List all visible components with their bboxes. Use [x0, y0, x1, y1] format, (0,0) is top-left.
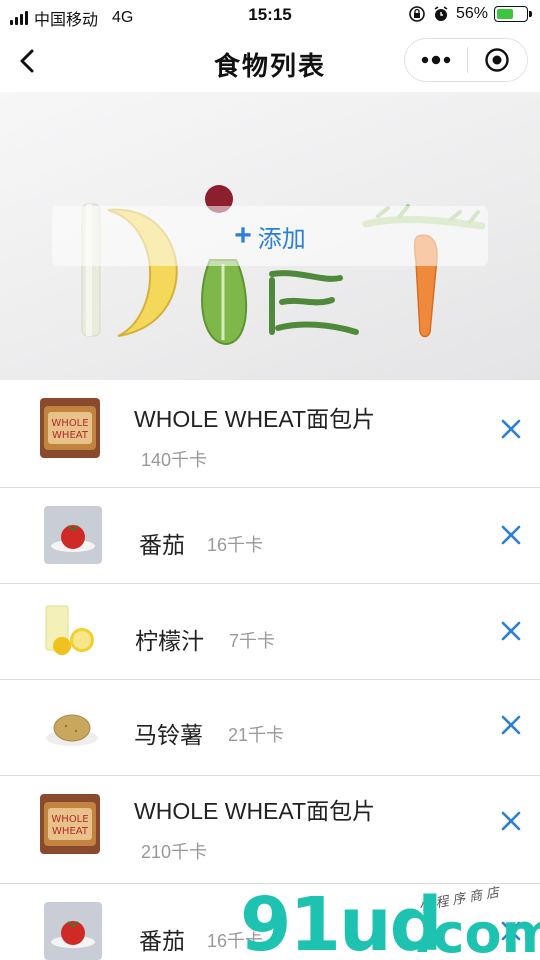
close-icon — [501, 525, 521, 545]
food-list: WHOLE WHEAT WHOLE WHEAT面包片 140千卡 番茄 16千卡 — [0, 382, 540, 960]
status-bar: 中国移动 4G 15:15 56% — [0, 0, 540, 32]
close-icon — [501, 715, 521, 735]
food-calories: 7千卡 — [229, 631, 276, 651]
list-item[interactable]: 番茄 16千卡 — [0, 884, 540, 960]
tomato-icon — [44, 902, 102, 960]
svg-text:WHOLE: WHOLE — [51, 418, 88, 429]
alarm-icon — [434, 6, 448, 21]
delete-button[interactable] — [494, 614, 528, 648]
food-name: 马铃薯 — [134, 722, 203, 748]
add-button-label: 添加 — [257, 225, 306, 253]
battery-fill — [497, 9, 513, 19]
food-name: WHOLE WHEAT面包片 — [134, 798, 376, 824]
food-name: 柠檬汁 — [135, 628, 204, 654]
list-item[interactable]: WHOLE WHEAT WHOLE WHEAT面包片 210千卡 — [0, 776, 540, 884]
rotation-lock-icon — [409, 6, 425, 22]
svg-text:WHEAT: WHEAT — [52, 430, 89, 441]
miniprogram-capsule — [404, 38, 528, 82]
bread-icon: WHOLE WHEAT — [40, 398, 100, 458]
food-name: 番茄 — [139, 928, 185, 954]
food-calories: 16千卡 — [207, 535, 264, 555]
delete-button[interactable] — [494, 804, 528, 838]
status-right: 56% — [408, 5, 532, 23]
more-dots-icon — [421, 55, 450, 65]
battery-icon — [494, 6, 532, 22]
battery-percent: 56% — [455, 5, 488, 22]
food-calories: 21千卡 — [228, 725, 285, 745]
food-calories: 210千卡 — [141, 842, 208, 862]
close-icon — [501, 921, 521, 941]
nav-bar: 食物列表 — [0, 32, 540, 90]
close-miniprogram-button[interactable] — [467, 38, 527, 82]
add-food-button[interactable]: + 添加 — [52, 206, 488, 266]
list-item[interactable]: WHOLE WHEAT WHOLE WHEAT面包片 140千卡 — [0, 382, 540, 488]
tomato-icon — [44, 506, 102, 564]
more-button[interactable] — [405, 38, 467, 82]
diet-banner: + 添加 — [0, 92, 540, 380]
delete-button[interactable] — [494, 708, 528, 742]
list-item[interactable]: 番茄 16千卡 — [0, 488, 540, 584]
lemon-juice-icon — [42, 600, 102, 660]
svg-text:WHOLE: WHOLE — [51, 814, 88, 825]
close-icon — [501, 621, 521, 641]
potato-icon — [42, 696, 102, 756]
delete-button[interactable] — [494, 518, 528, 552]
food-calories: 140千卡 — [141, 450, 208, 470]
plus-icon: + — [234, 219, 252, 252]
svg-text:WHEAT: WHEAT — [52, 826, 89, 837]
list-item[interactable]: 马铃薯 21千卡 — [0, 680, 540, 776]
food-name: WHOLE WHEAT面包片 — [134, 406, 376, 432]
list-item[interactable]: 柠檬汁 7千卡 — [0, 584, 540, 680]
delete-button[interactable] — [494, 914, 528, 948]
target-close-icon — [485, 48, 509, 72]
bread-icon: WHOLE WHEAT — [40, 794, 100, 854]
food-name: 番茄 — [139, 532, 185, 558]
food-calories: 16千卡 — [207, 931, 264, 951]
delete-button[interactable] — [494, 412, 528, 446]
close-icon — [501, 811, 521, 831]
close-icon — [501, 419, 521, 439]
